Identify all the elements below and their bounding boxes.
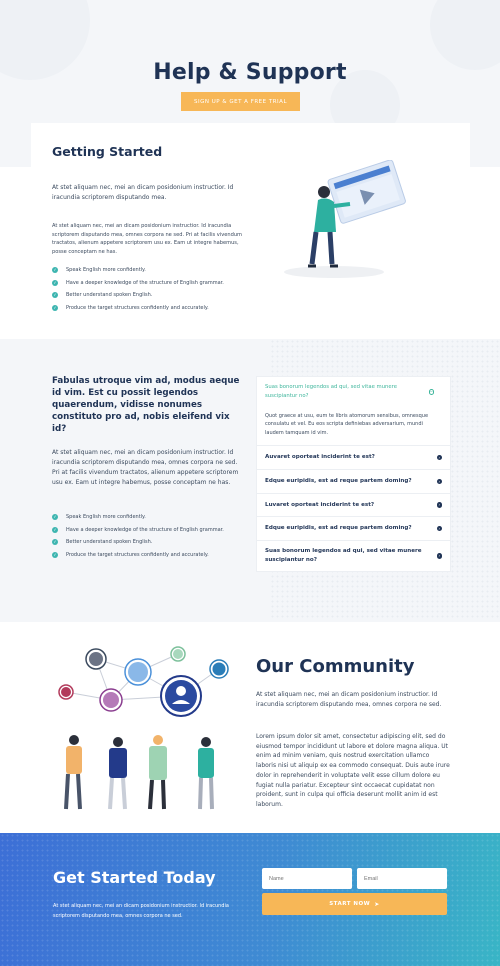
faq-checklist: ✓ Speak English more confidently. ✓ Have a…: [52, 511, 224, 561]
faq-question: Suas bonorum legendos ad qui, sed vitae …: [265, 384, 397, 399]
check-icon: ✓: [52, 526, 58, 533]
getting-started-checklist: ✓ Speak English more confidently. ✓ Have a…: [52, 264, 224, 314]
get-started-title: Get Started Today: [53, 868, 216, 887]
name-input[interactable]: [262, 868, 352, 889]
list-item: ✓ Have a deeper knowledge of the structur…: [52, 279, 224, 286]
faq-heading: Fabulas utroque vim ad, modus aeque id v…: [52, 376, 240, 434]
community-title: Our Community: [256, 656, 415, 677]
faq-item[interactable]: Luvaret oporteat inciderint te est? ›: [257, 494, 450, 518]
start-now-button[interactable]: START NOW ➤: [262, 893, 447, 915]
check-icon: ✓: [52, 539, 58, 546]
faq-item[interactable]: Auvaret oporteat inciderint te est? ›: [257, 446, 450, 470]
check-icon: ✓: [52, 304, 58, 311]
get-started-section: Get Started Today At stet aliquam nec, m…: [0, 833, 500, 966]
chevron-right-icon[interactable]: ›: [436, 478, 442, 484]
get-started-text: At stet aliquam nec, mei an dicam posido…: [53, 903, 229, 919]
list-item: ✓ Speak English more confidently.: [52, 514, 146, 521]
chevron-right-icon[interactable]: ›: [436, 502, 442, 508]
faq-item[interactable]: Edque euripidis, est ad reque partem dom…: [257, 470, 450, 494]
faq-section: Fabulas utroque vim ad, modus aeque id v…: [0, 339, 500, 622]
community-intro: At stet aliquam nec, mei an dicam posido…: [256, 691, 442, 708]
list-item: ✓ Speak English more confidently.: [52, 267, 146, 274]
collapse-icon[interactable]: −: [428, 389, 434, 395]
check-icon: ✓: [52, 551, 58, 558]
check-icon: ✓: [52, 279, 58, 286]
faq-accordion: Suas bonorum legendos ad qui, sed vitae …: [256, 376, 451, 572]
page-title: Help & Support: [153, 60, 347, 85]
list-item: ✓ Produce the target structures confident…: [52, 551, 209, 558]
community-section: Our Community At stet aliquam nec, mei a…: [0, 622, 500, 833]
community-network-illustration: [58, 646, 229, 810]
chevron-right-icon[interactable]: ›: [436, 553, 442, 559]
chevron-right-icon[interactable]: ›: [436, 454, 442, 461]
check-icon: ✓: [52, 514, 58, 521]
tablet-user-illustration: [284, 160, 406, 278]
getting-started-intro: At stet aliquam nec, mei an dicam posido…: [52, 184, 234, 201]
faq-item-open[interactable]: Suas bonorum legendos ad qui, sed vitae …: [257, 377, 450, 447]
email-input[interactable]: [357, 868, 447, 889]
community-body: Lorem ipsum dolor sit amet, consectetur …: [256, 733, 450, 808]
getting-started-body: At stet aliquam nec, mei an dicam posido…: [52, 223, 243, 255]
list-item: ✓ Better understand spoken English.: [52, 292, 153, 299]
check-icon: ✓: [52, 292, 58, 299]
list-item: ✓ Have a deeper knowledge of the structur…: [52, 526, 224, 533]
list-item: ✓ Produce the target structures confident…: [52, 304, 209, 311]
faq-item[interactable]: Suas bonorum legendos ad qui, sed vitae …: [257, 541, 450, 571]
faq-answer: Quot graece at usu, eum te libris atomor…: [265, 413, 429, 436]
signup-trial-button[interactable]: SIGN UP & GET A FREE TRIAL: [181, 92, 300, 111]
faq-body: At stet aliquam nec, mei an dicam posido…: [52, 449, 239, 486]
check-icon: ✓: [52, 267, 58, 274]
list-item: ✓ Better understand spoken English.: [52, 539, 153, 546]
faq-item[interactable]: Edque euripidis, est ad reque partem dom…: [257, 517, 450, 541]
chevron-right-icon[interactable]: ›: [436, 525, 442, 532]
paper-plane-icon: ➤: [374, 900, 380, 908]
getting-started-title: Getting Started: [52, 144, 163, 159]
